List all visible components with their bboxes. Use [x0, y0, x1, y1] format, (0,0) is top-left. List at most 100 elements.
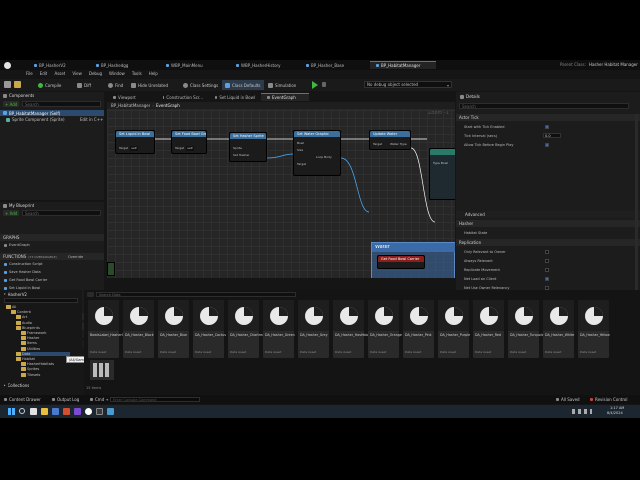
folder-tree-item[interactable]: Hasher	[21, 336, 39, 341]
override-dropdown[interactable]: Override	[68, 255, 83, 259]
graph-node-set-hasher-sprite[interactable]: Set Hasher Sprite Sprite Set Hasher	[229, 132, 267, 162]
folder-tree-item[interactable]: Data	[16, 351, 71, 356]
title-tab[interactable]: BP_Hasher_Base	[300, 61, 370, 69]
folder-tree-item[interactable]: Utilities	[21, 346, 40, 351]
compile-button[interactable]: Compile	[38, 80, 61, 90]
folder-tree-item[interactable]: Audio	[16, 320, 32, 325]
node-pin-value[interactable]: self	[186, 146, 194, 151]
graph-node-partial[interactable]	[107, 262, 115, 276]
folder-tree-item[interactable]: Tilesets	[21, 372, 40, 377]
menu-item[interactable]: Tools	[132, 71, 142, 76]
asset-tile[interactable]: DA_Hasher_HasHdog Data Asset	[333, 300, 370, 358]
menu-item[interactable]: Window	[109, 71, 125, 76]
menu-item[interactable]: Help	[149, 71, 158, 76]
property-checkbox[interactable]	[545, 276, 549, 281]
comment-box-water[interactable]: Water Get Food Bowl Carrier	[371, 242, 455, 278]
asset-tile[interactable]: DA_Hasher_Green Data Asset	[263, 300, 295, 358]
property-checkbox[interactable]	[545, 124, 549, 129]
taskbar-app-icon[interactable]	[85, 408, 92, 415]
details-search-input[interactable]: Search	[459, 103, 629, 109]
folder-tree-item[interactable]: Sprites	[21, 367, 39, 372]
asset-tile[interactable]: DA_Hasher_Blue Data Asset	[158, 300, 189, 358]
title-tab[interactable]: WBP_MainMenu	[160, 61, 230, 69]
event-graph-canvas[interactable]: BP_HabitatManager › EventGraph Zoom -1 S…	[107, 102, 455, 278]
menu-item[interactable]: Edit	[40, 71, 48, 76]
menu-item[interactable]: Asset	[54, 71, 65, 76]
add-component-button[interactable]: + Add	[3, 101, 19, 107]
property-checkbox[interactable]	[545, 142, 549, 147]
advanced-section-header[interactable]: Advanced	[456, 211, 640, 218]
add-blueprint-member-button[interactable]: + Add	[3, 210, 19, 216]
source-search-input[interactable]	[4, 298, 78, 303]
asset-search-input[interactable]: Search Data	[96, 292, 296, 297]
taskbar-app-icon[interactable]	[96, 408, 103, 415]
taskbar-app-icon[interactable]	[41, 408, 48, 415]
graph-item-eventgraph[interactable]: EventGraph	[4, 243, 30, 247]
folder-tree-item[interactable]: Content	[11, 310, 31, 315]
property-checkbox[interactable]	[545, 267, 549, 272]
taskbar-app-icon[interactable]	[63, 408, 70, 415]
asset-thumb-partial[interactable]	[90, 360, 114, 380]
taskbar-app-icon[interactable]	[107, 408, 114, 415]
property-checkbox[interactable]	[545, 258, 549, 263]
graph-node-set-liquid-in-bowl[interactable]: Set Liquid In Bowl Target self	[115, 130, 155, 154]
play-icon[interactable]	[312, 81, 318, 89]
asset-tile[interactable]: DA_Hasher_Yellow Data Asset	[578, 300, 610, 358]
hasher-section-header[interactable]: Hasher	[456, 220, 640, 227]
component-self-item[interactable]: BP_HabitatManager (Self)	[0, 110, 104, 116]
function-item[interactable]: Get Food Bowl Carrier	[4, 278, 47, 282]
replication-section-header[interactable]: Replication	[456, 239, 640, 246]
asset-tile[interactable]: DA_Hasher_Orange Data Asset	[368, 300, 402, 358]
play-options-icon[interactable]	[322, 82, 326, 87]
asset-tile[interactable]: DA_Hasher_Black Data Asset	[123, 300, 154, 358]
asset-tile[interactable]: DA_Hasher_Grey Data Asset	[298, 300, 329, 358]
graph-tab[interactable]: Viewport	[107, 93, 157, 101]
title-tab[interactable]: BP_Hashedgg	[90, 61, 160, 69]
asset-filter-icon[interactable]	[87, 292, 94, 297]
property-checkbox[interactable]	[545, 249, 549, 254]
graph-node-event[interactable]: Get Food Bowl Carrier	[377, 255, 425, 269]
asset-tile[interactable]: DA_Hasher_Cactus Data Asset	[193, 300, 226, 358]
diff-button[interactable]: Diff	[77, 80, 91, 90]
components-search-input[interactable]: Search	[22, 101, 101, 107]
property-value-field[interactable]: 0.0	[543, 133, 561, 138]
parent-class-value[interactable]: Hasher Habitat Manager	[589, 62, 638, 67]
revision-control-button[interactable]: Revision Control	[590, 395, 627, 404]
asset-tile[interactable]: BowlsLabel_HasherColors Data Asset	[88, 300, 132, 358]
collections-section[interactable]: ▸ Collections	[4, 383, 29, 388]
all-saved-indicator[interactable]: All Saved	[556, 395, 580, 404]
asset-tile[interactable]: DA_Hasher_Pink Data Asset	[403, 300, 434, 358]
taskbar-app-icon[interactable]	[30, 408, 37, 415]
simulation-button[interactable]: Simulation	[268, 80, 296, 90]
function-item[interactable]: Construction Script	[4, 262, 43, 266]
component-sprite-item[interactable]: Sprite Component (Sprite)	[6, 117, 65, 122]
graphs-section-header[interactable]: GRAPHS	[0, 234, 104, 241]
title-tab[interactable]: WBP_HasherHistory	[230, 61, 300, 69]
functions-section-header[interactable]: FUNCTIONS (73 OVERRIDABLE) Override	[0, 253, 104, 260]
property-checkbox[interactable]	[545, 285, 549, 290]
graph-tab[interactable]: EventGraph	[261, 93, 309, 101]
my-blueprint-search-input[interactable]: Search	[22, 210, 101, 216]
asset-tile[interactable]: DA_Hasher_White Data Asset	[543, 300, 574, 358]
function-item[interactable]: Save Hasher Data	[4, 270, 41, 274]
asset-tile[interactable]: DA_Hasher_Purple Data Asset	[438, 300, 470, 358]
menu-item[interactable]: View	[72, 71, 82, 76]
tray-icons[interactable]	[572, 409, 592, 414]
asset-tile[interactable]: DA_Hasher_Turquoise Data Asset	[508, 300, 545, 358]
graph-tab[interactable]: Set Liquid in Bowl	[209, 93, 261, 101]
menu-item[interactable]: Debug	[89, 71, 102, 76]
graph-tab[interactable]: Construction Scr...	[157, 93, 209, 101]
folder-tree-item[interactable]: Framework	[21, 331, 46, 335]
asset-tile[interactable]: DA_Hasher_Chartreuse Data Asset	[228, 300, 268, 358]
title-tab[interactable]: BP_HasherV2	[28, 61, 90, 69]
find-button[interactable]: Find	[108, 80, 123, 90]
folder-tree-item[interactable]: All	[6, 305, 16, 309]
windows-start-icon[interactable]	[8, 408, 15, 415]
node-pin-value[interactable]: self	[130, 146, 138, 151]
content-drawer-button[interactable]: Content Drawer	[4, 395, 41, 404]
save-icon[interactable]	[4, 81, 11, 88]
class-defaults-button[interactable]: Class Defaults	[222, 80, 264, 90]
taskbar-app-icon[interactable]	[74, 408, 81, 415]
hide-unrelated-button[interactable]: Hide Unrelated	[131, 80, 168, 90]
asset-tile[interactable]: DA_Hasher_Red Data Asset	[473, 300, 504, 358]
